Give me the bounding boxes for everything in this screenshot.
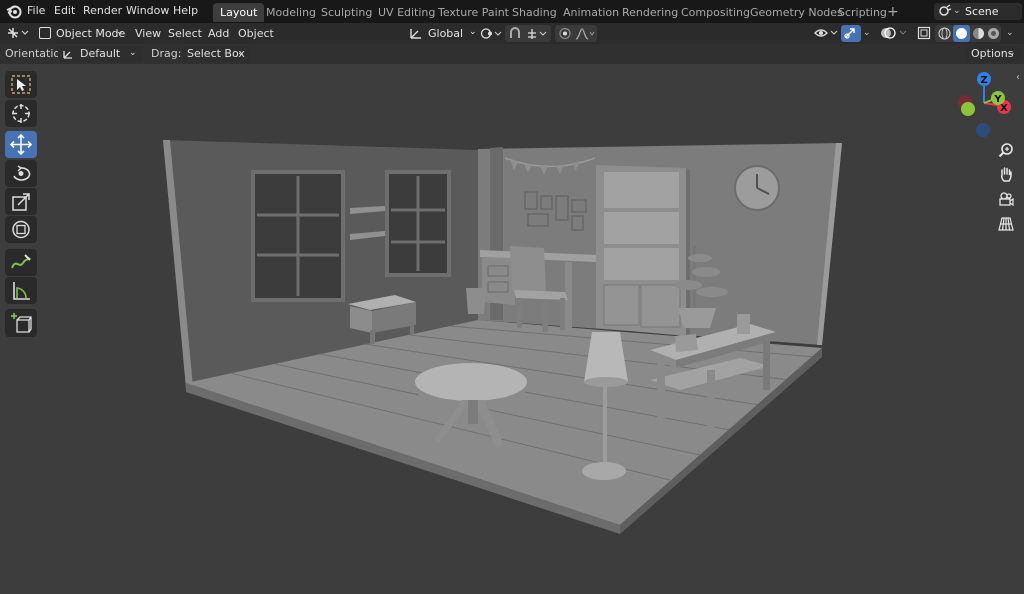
chevron-down-icon: ⌄ [1008,48,1016,58]
tool-annotate[interactable] [5,249,37,276]
viewport-scene[interactable] [0,64,1024,594]
zoom-button[interactable] [995,139,1017,161]
camera-icon [998,191,1014,207]
menu-select[interactable]: Select [168,25,202,42]
add-cube-icon [10,312,32,334]
tool-settings-bar: Orientation: Default ⌄ Drag: Select Box … [0,44,1024,64]
navigation-gizmo[interactable]: Z X Y [950,68,1020,140]
xray-icon[interactable] [917,26,931,40]
mode-label: Object Mode [56,27,126,40]
chevron-down-icon: ⌄ [237,48,245,58]
waste-bin [466,288,486,314]
tab-shading[interactable]: Shading [505,3,564,22]
snap-group [505,25,551,42]
transform-orientation[interactable]: Global ⌄ [409,25,477,42]
perspective-toggle-button[interactable] [995,213,1017,235]
pan-button[interactable] [995,163,1017,185]
material-shading-icon[interactable] [972,27,985,40]
mode-selector[interactable]: Object Mode ⌄ [37,25,127,42]
object-mode-icon [39,27,51,39]
sidebar-toggle[interactable]: ‹ [1016,72,1024,90]
hand-icon [998,166,1014,182]
gizmo-z-label: Z [980,75,987,86]
menu-view[interactable]: View [135,25,161,42]
tool-cursor[interactable] [5,100,37,127]
orientation-default-icon [62,48,74,60]
orientation-value: Default [80,47,121,60]
camera-view-button[interactable] [995,188,1017,210]
tab-layout[interactable]: Layout [213,3,265,22]
clock [734,165,780,211]
proportional-group [555,25,597,42]
scene-selector[interactable]: ⌄ Scene [934,3,1022,20]
add-workspace-button[interactable]: + [880,3,906,22]
chevron-down-icon[interactable]: ⌄ [1006,25,1014,42]
snap-icon[interactable] [508,27,522,40]
right-window [385,170,451,277]
shading-group [935,25,1001,42]
proportional-edit-icon[interactable] [558,27,572,40]
blender-logo-icon[interactable] [6,4,22,19]
rotate-icon [11,163,31,184]
solid-shading-icon[interactable] [953,25,970,42]
chevron-down-icon: ⌄ [116,27,124,37]
orientation-dropdown[interactable]: Default ⌄ [58,46,142,62]
tool-add-cube[interactable] [5,309,37,337]
rendered-shading-icon[interactable] [987,27,1000,40]
scene-name: Scene [965,5,999,18]
menu-edit[interactable]: Edit [54,0,75,23]
menu-add[interactable]: Add [208,25,229,42]
visibility-icon[interactable] [814,26,840,40]
bookshelf [596,165,690,336]
tool-move[interactable] [5,131,37,158]
editor-type-icon[interactable] [6,26,30,40]
tab-sculpting[interactable]: Sculpting [314,3,379,22]
scale-icon [12,192,31,211]
menu-object[interactable]: Object [238,25,274,42]
overlay-icon[interactable] [880,26,908,40]
pivot-point-icon[interactable] [480,27,502,40]
chevron-down-icon: ⌄ [129,48,137,58]
falloff-icon[interactable] [575,27,597,40]
menu-file[interactable]: File [27,0,45,23]
tool-measure[interactable] [5,277,37,304]
select-box-icon [11,75,31,94]
menu-window[interactable]: Window [126,0,169,23]
chevron-down-icon: ⌄ [469,27,477,37]
snap-increment-icon[interactable] [526,27,548,40]
gizmo-y-label: Y [993,94,1002,105]
gizmo-toggle-icon[interactable] [841,25,861,42]
chevron-down-icon: ⌄ [953,6,961,16]
tool-scale[interactable] [5,188,37,215]
chevron-down-icon[interactable]: ⌄ [863,25,871,42]
drag-label: Drag: [151,47,182,60]
zoom-icon [998,142,1014,158]
annotate-icon [10,253,32,272]
cursor-icon [11,103,31,124]
menu-render[interactable]: Render [83,0,122,23]
left-window [251,170,345,302]
menu-help[interactable]: Help [173,0,198,23]
measure-icon [12,280,31,301]
orientation-icon [409,27,423,40]
move-icon [10,134,32,155]
scene-icon [938,4,952,18]
tab-texture-paint[interactable]: Texture Paint [431,3,516,22]
wireframe-shading-icon[interactable] [938,27,951,40]
tool-rotate[interactable] [5,160,37,187]
grid-icon [998,216,1014,232]
options-dropdown[interactable]: Options ⌄ [965,46,1021,62]
orientation-label: Global [428,27,464,40]
drag-dropdown[interactable]: Select Box ⌄ [183,46,250,62]
top-bar: File Edit Render Window Help Layout Mode… [0,0,1024,23]
viewport-header: Object Mode ⌄ View Select Add Object Glo… [0,23,1024,44]
tool-transform[interactable] [5,216,37,243]
transform-icon [11,219,31,240]
tool-select-box[interactable] [5,71,37,98]
